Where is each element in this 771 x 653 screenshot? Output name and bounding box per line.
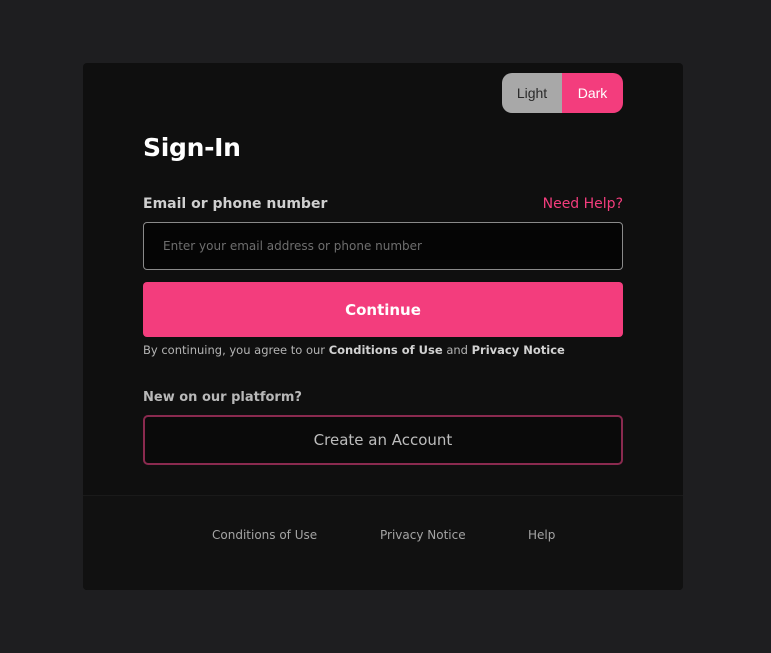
terms-and: and [442, 343, 472, 357]
footer-privacy-link[interactable]: Privacy Notice [380, 528, 466, 542]
footer-conditions-link[interactable]: Conditions of Use [212, 528, 317, 542]
theme-dark-option[interactable]: Dark [562, 73, 623, 113]
email-field[interactable] [143, 222, 623, 270]
terms-text: By continuing, you agree to our Conditio… [143, 343, 565, 357]
theme-light-option[interactable]: Light [502, 73, 562, 113]
footer-help-link[interactable]: Help [528, 528, 555, 542]
terms-privacy-link[interactable]: Privacy Notice [472, 343, 565, 357]
new-account-prompt: New on our platform? [143, 390, 302, 405]
email-label: Email or phone number [143, 196, 328, 212]
continue-button[interactable]: Continue [143, 282, 623, 337]
need-help-link[interactable]: Need Help? [543, 196, 623, 212]
page-title: Sign-In [143, 133, 241, 162]
create-account-button[interactable]: Create an Account [143, 415, 623, 465]
theme-toggle[interactable]: Light Dark [502, 73, 623, 113]
footer: Conditions of Use Privacy Notice Help [83, 496, 683, 590]
terms-conditions-link[interactable]: Conditions of Use [329, 343, 443, 357]
sign-in-card: Light Dark Sign-In Email or phone number… [83, 63, 683, 590]
terms-prefix: By continuing, you agree to our [143, 343, 329, 357]
